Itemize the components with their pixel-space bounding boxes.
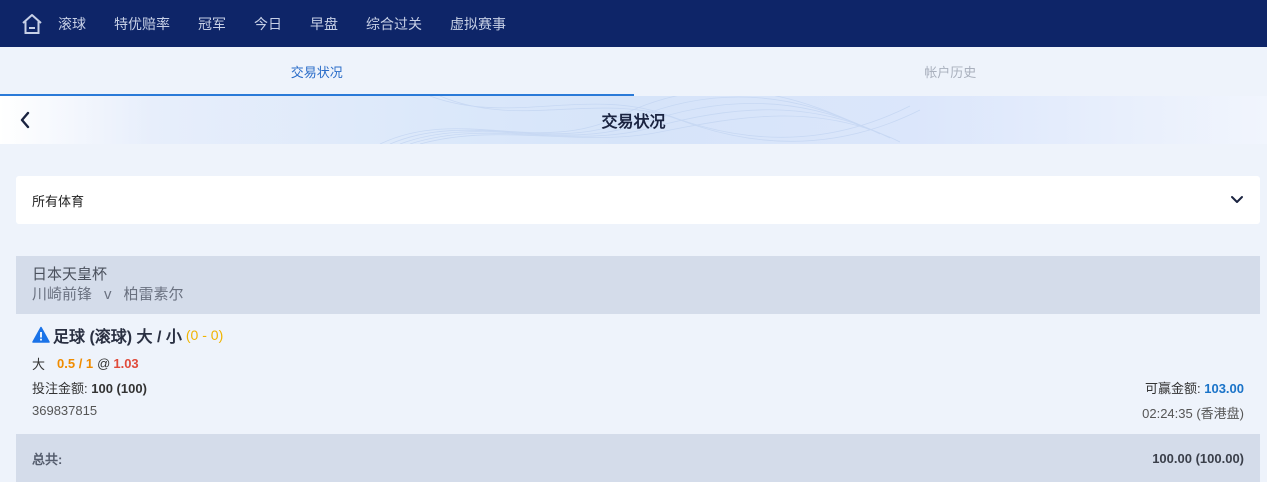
stake-label: 投注金额: — [32, 381, 88, 396]
bet-match-header: 日本天皇杯 川崎前锋 v 柏雷素尔 — [16, 256, 1260, 314]
handicap: 0.5 / 1 — [57, 356, 94, 371]
home-team: 川崎前锋 — [32, 286, 93, 303]
tab-account-history[interactable]: 帐户历史 — [634, 47, 1267, 96]
tab-bet-status[interactable]: 交易状况 — [0, 47, 634, 96]
nav-item-virtual[interactable]: 虚拟赛事 — [450, 14, 506, 34]
odds: 1.03 — [113, 356, 139, 371]
total-bar: 总共: 100.00 (100.00) — [16, 434, 1260, 482]
nav-item-parlay[interactable]: 综合过关 — [366, 14, 422, 34]
stake-value: 100 (100) — [91, 381, 147, 396]
win-value: 103.00 — [1204, 381, 1244, 396]
league-name: 日本天皇杯 — [32, 266, 108, 283]
market-line: 足球 (滚球) 大 / 小 (0 - 0) — [32, 323, 223, 347]
win-line: 可赢金额: 103.00 — [1145, 378, 1244, 397]
versus-label: v — [104, 286, 112, 303]
sport-filter-value: 所有体育 — [32, 193, 85, 209]
top-navigation: 滚球 特优赔率 冠军 今日 早盘 综合过关 虚拟赛事 — [0, 0, 1267, 47]
stake-line: 投注金额: 100 (100) — [32, 378, 147, 397]
home-icon[interactable] — [20, 12, 44, 36]
away-team: 柏雷素尔 — [123, 286, 184, 303]
nav-item-today[interactable]: 今日 — [254, 14, 282, 34]
bet-details: 足球 (滚球) 大 / 小 (0 - 0) 大 0.5 / 1 @ 1.03 投… — [16, 314, 1260, 434]
nav-item-outright[interactable]: 冠军 — [198, 14, 226, 34]
market-name: 足球 (滚球) 大 / 小 — [53, 329, 182, 346]
at-sign: @ — [97, 356, 111, 371]
chevron-down-icon — [1231, 196, 1243, 203]
win-label: 可赢金额: — [1144, 381, 1201, 396]
match-teams: 川崎前锋 v 柏雷素尔 — [32, 285, 1244, 305]
total-value: 100.00 (100.00) — [1152, 450, 1244, 466]
nav-item-special-odds[interactable]: 特优赔率 — [114, 14, 170, 34]
nav-item-early[interactable]: 早盘 — [310, 14, 338, 34]
live-score: (0 - 0) — [185, 327, 224, 343]
page-header: 交易状况 — [0, 96, 1267, 144]
ticket-id: 369837815 — [32, 403, 98, 418]
tab-bar: 交易状况 帐户历史 — [0, 47, 1267, 96]
selection: 大 — [32, 357, 46, 372]
page-title: 交易状况 — [601, 114, 666, 131]
warning-icon — [32, 326, 50, 344]
selection-line: 大 0.5 / 1 @ 1.03 — [32, 354, 139, 373]
nav-item-live[interactable]: 滚球 — [58, 14, 86, 34]
total-label: 总共: — [32, 451, 63, 467]
sport-filter-dropdown[interactable]: 所有体育 — [16, 176, 1260, 224]
bet-time: 02:24:35 (香港盘) — [1142, 406, 1244, 421]
